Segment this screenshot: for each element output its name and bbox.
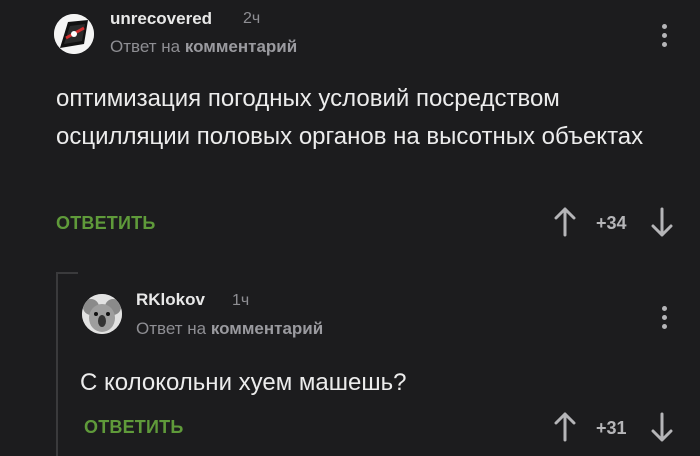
comment-text: С колокольни хуем машешь? <box>80 369 407 396</box>
reply-target-link[interactable]: комментарий <box>211 319 323 338</box>
reply-prefix: Ответ на <box>110 37 181 56</box>
upvote-arrow-icon[interactable] <box>553 412 577 442</box>
reply-button[interactable]: ОТВЕТИТЬ <box>56 213 155 234</box>
downvote-arrow-icon[interactable] <box>650 207 674 237</box>
username[interactable]: unrecovered <box>110 9 212 29</box>
koala-avatar-icon <box>82 294 122 334</box>
reply-to-label: Ответ на комментарий <box>136 319 323 339</box>
timestamp: 1ч <box>232 292 250 309</box>
downvote-arrow-icon[interactable] <box>650 412 674 442</box>
comment-text: оптимизация погодных условий посредством… <box>56 85 644 150</box>
username[interactable]: RKlokov <box>136 290 205 310</box>
timestamp: 2ч <box>243 10 261 27</box>
reply-to-label: Ответ на комментарий <box>110 37 297 57</box>
reply-button[interactable]: ОТВЕТИТЬ <box>84 417 183 438</box>
comment: unrecovered 2ч Ответ на комментарий опти… <box>0 0 700 245</box>
user-avatar[interactable] <box>82 294 122 334</box>
reply-prefix: Ответ на <box>136 319 207 338</box>
user-avatar[interactable] <box>54 14 94 54</box>
rating-score: +34 <box>596 213 627 233</box>
upvote-arrow-icon[interactable] <box>553 207 577 237</box>
more-options-icon[interactable] <box>654 20 674 50</box>
mask-avatar-icon <box>54 14 94 54</box>
more-options-icon[interactable] <box>654 302 674 332</box>
rating-score: +31 <box>596 418 627 438</box>
reply-target-link[interactable]: комментарий <box>185 37 297 56</box>
